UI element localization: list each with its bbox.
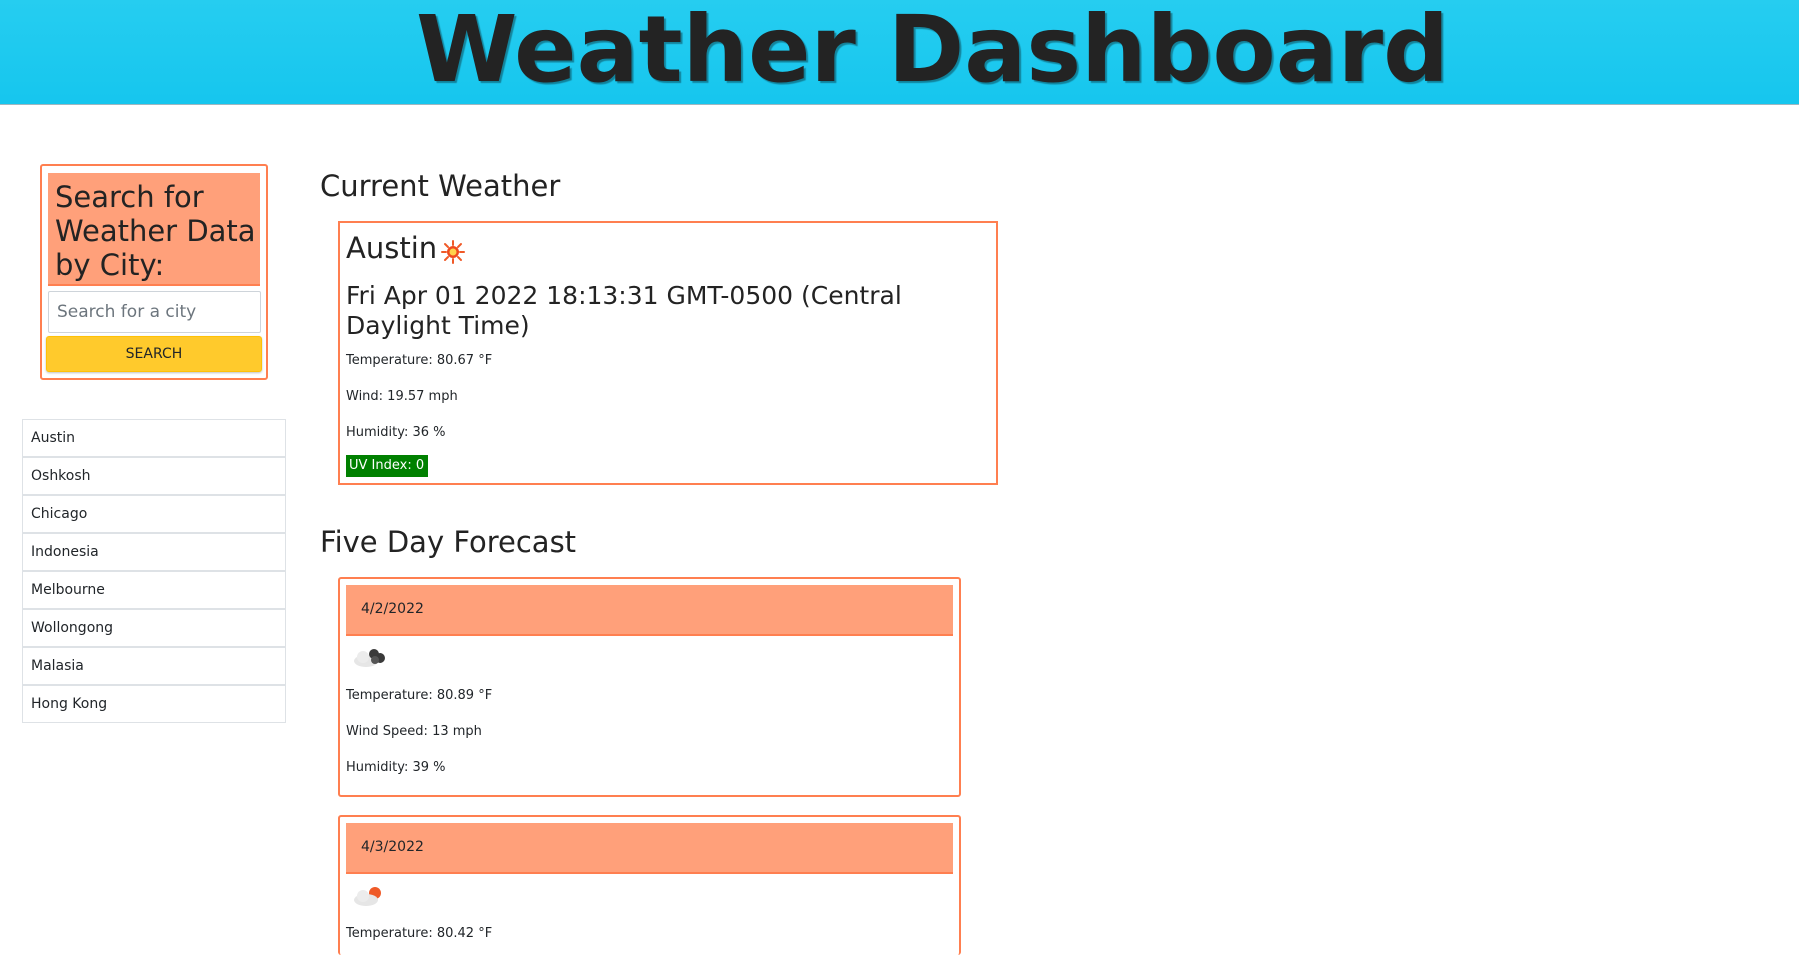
- current-datetime: Fri Apr 01 2022 18:13:31 GMT-0500 (Centr…: [346, 281, 902, 340]
- current-humidity: Humidity: 36 %: [346, 425, 446, 440]
- history-item-malasia[interactable]: Malasia: [22, 647, 286, 685]
- current-weather-card: Austin Fri Apr 01 2022 18:13:31 GMT-0500…: [338, 221, 998, 485]
- uv-index-badge: UV Index: 0: [346, 455, 429, 477]
- broken-clouds-icon: [354, 649, 385, 667]
- search-panel-title: Search for Weather Data by City:: [48, 173, 260, 286]
- forecast-date: 4/3/2022: [346, 823, 953, 874]
- history-item-oshkosh[interactable]: Oshkosh: [22, 457, 286, 495]
- header-bar: Weather Dashboard: [0, 0, 1799, 105]
- history-item-wollongong[interactable]: Wollongong: [22, 609, 286, 647]
- current-weather-heading: Current Weather: [320, 169, 561, 203]
- page-title: Weather Dashboard: [415, 0, 1450, 103]
- forecast-card-day-2: 4/3/2022 Temperature: 80.42 °F: [338, 815, 961, 955]
- forecast-humidity: Humidity: 39 %: [346, 760, 446, 775]
- history-item-melbourne[interactable]: Melbourne: [22, 571, 286, 609]
- partly-cloudy-icon: [354, 887, 381, 906]
- search-panel: Search for Weather Data by City: SEARCH: [40, 164, 268, 380]
- forecast-card-day-1: 4/2/2022 Temperature: 80.89 °F Wind Spee…: [338, 577, 961, 797]
- current-city-name: Austin: [346, 231, 438, 265]
- forecast-temperature: Temperature: 80.42 °F: [346, 926, 493, 941]
- five-day-forecast-heading: Five Day Forecast: [320, 525, 577, 559]
- forecast-temperature: Temperature: 80.89 °F: [346, 688, 493, 703]
- current-wind: Wind: 19.57 mph: [346, 389, 458, 404]
- search-history-list: Austin Oshkosh Chicago Indonesia Melbour…: [22, 419, 286, 723]
- city-search-input[interactable]: [48, 291, 261, 333]
- history-item-hong-kong[interactable]: Hong Kong: [22, 685, 286, 723]
- history-item-austin[interactable]: Austin: [22, 419, 286, 457]
- forecast-date: 4/2/2022: [346, 585, 953, 636]
- current-temperature: Temperature: 80.67 °F: [346, 353, 493, 368]
- sun-icon: [441, 240, 465, 264]
- search-button[interactable]: SEARCH: [46, 336, 262, 372]
- history-item-chicago[interactable]: Chicago: [22, 495, 286, 533]
- forecast-wind-speed: Wind Speed: 13 mph: [346, 724, 482, 739]
- history-item-indonesia[interactable]: Indonesia: [22, 533, 286, 571]
